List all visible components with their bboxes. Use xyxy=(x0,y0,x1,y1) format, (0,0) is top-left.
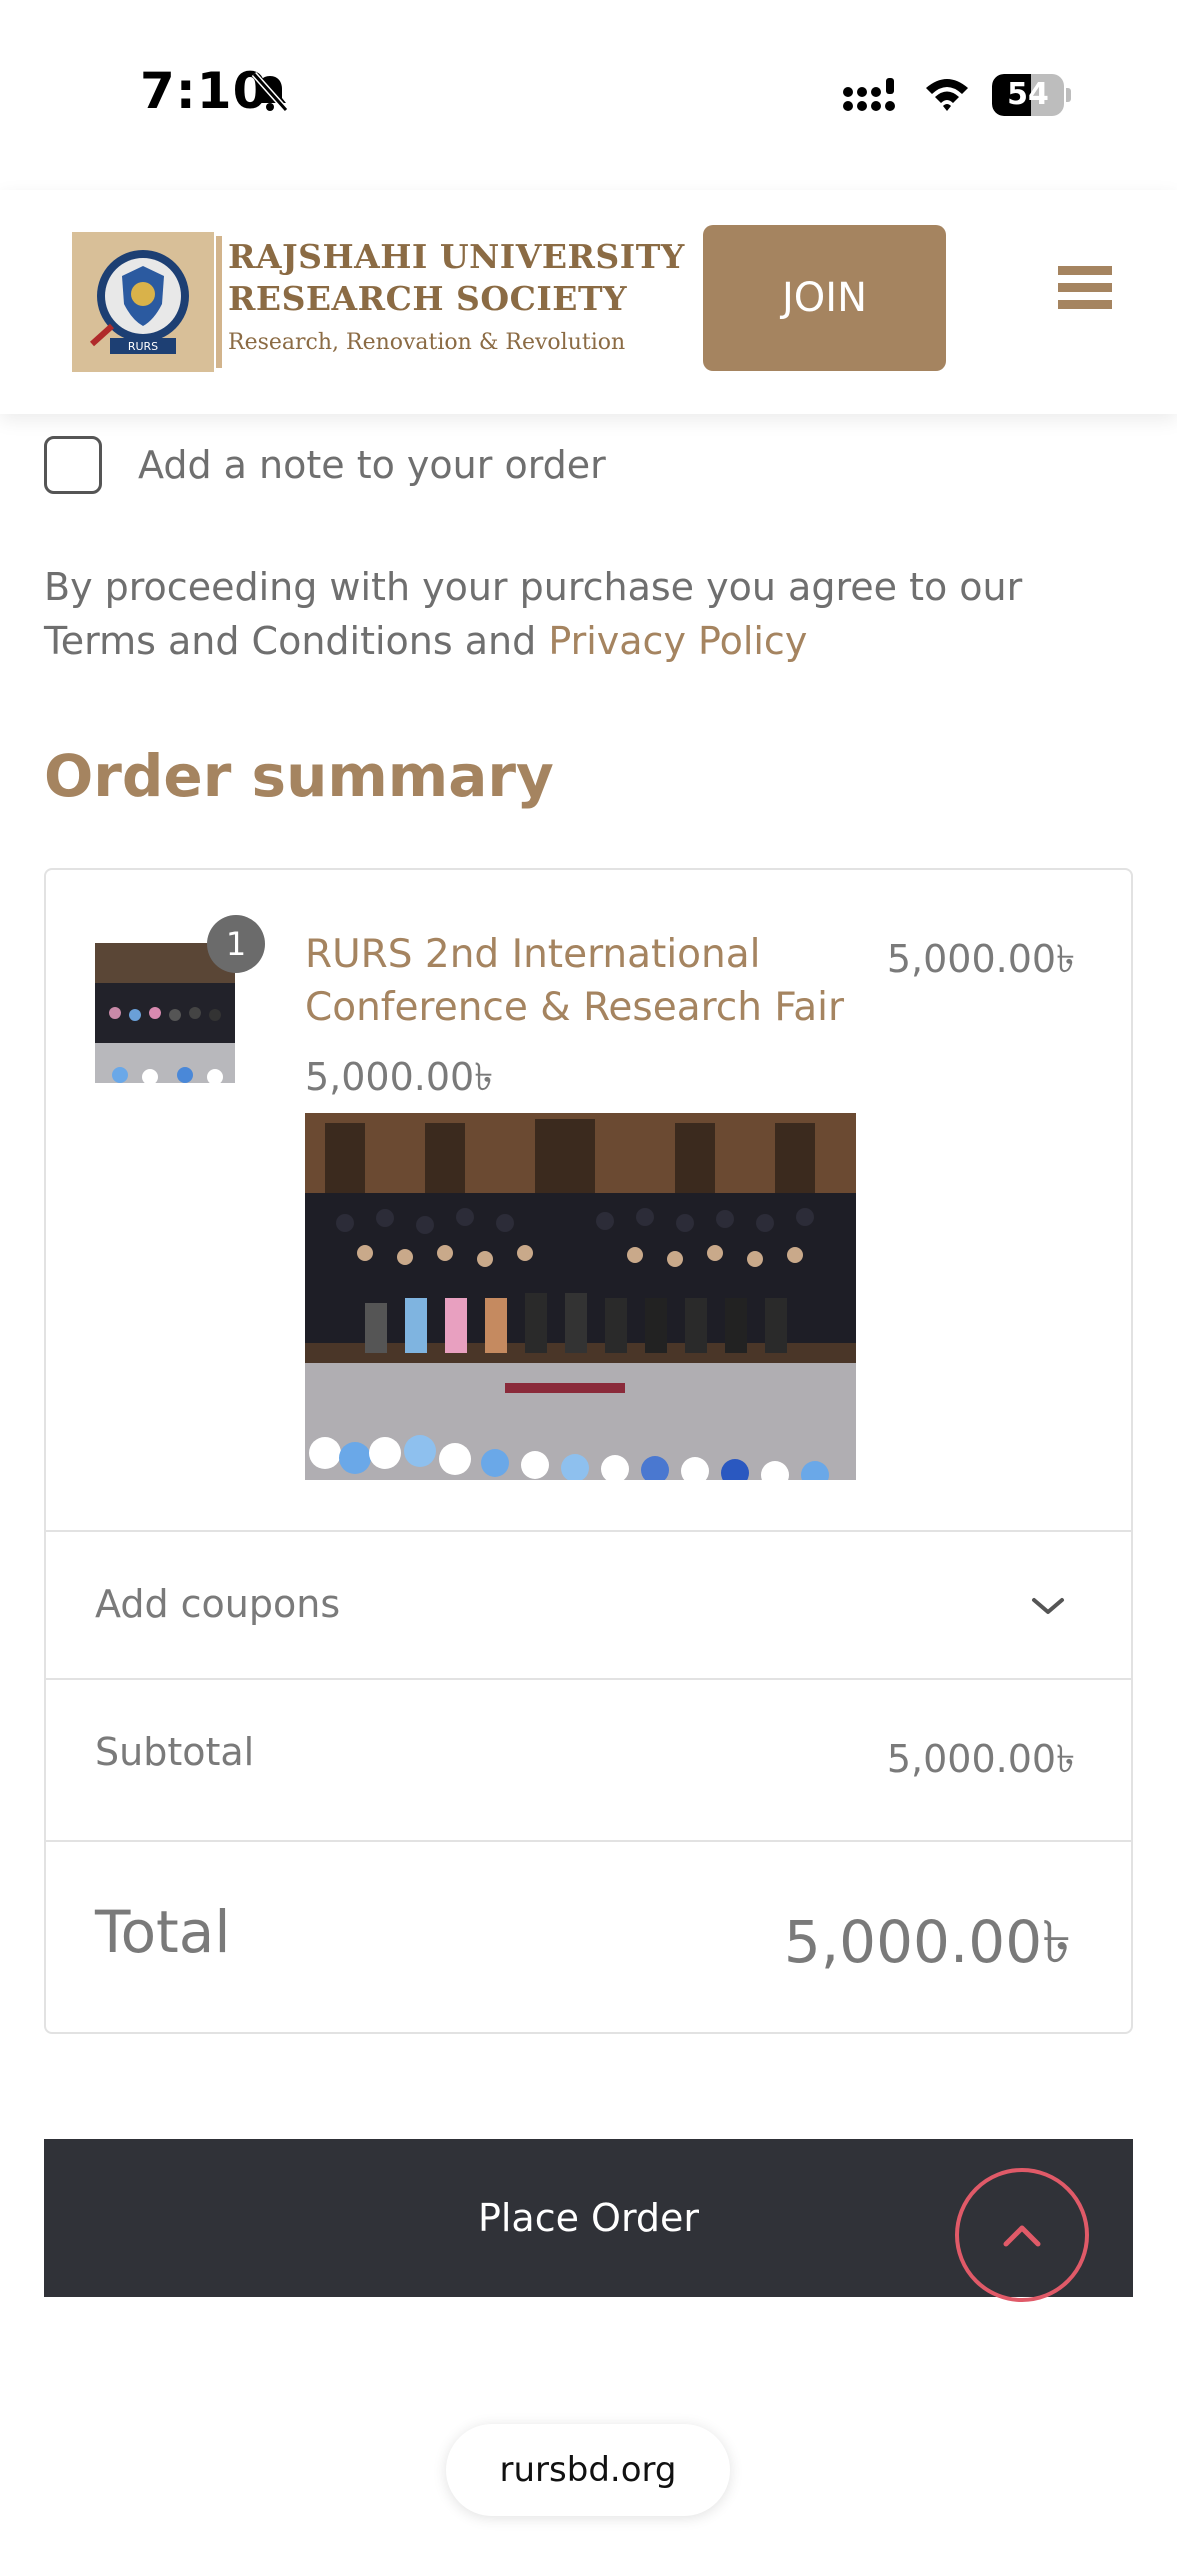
total-row: Total 5,000.00৳ xyxy=(46,1842,1131,2032)
total-value: 5,000.00৳ xyxy=(783,1908,1071,1976)
join-button[interactable]: JOIN xyxy=(703,225,946,371)
total-label: Total xyxy=(95,1898,231,1966)
subtotal-row: Subtotal 5,000.00৳ xyxy=(46,1680,1131,1840)
privacy-policy-link[interactable]: Privacy Policy xyxy=(548,619,807,663)
logo-emblem-text: RURS xyxy=(128,340,158,353)
logo-emblem-icon: RURS xyxy=(72,232,214,372)
item-name: RURS 2nd International Conference & Rese… xyxy=(305,932,844,1030)
browser-url-bar[interactable]: rursbd.org xyxy=(446,2424,730,2516)
logo-title: RAJSHAHI UNIVERSITY RESEARCH SOCIETY xyxy=(228,236,685,320)
logo-line-2: RESEARCH SOCIETY xyxy=(228,279,628,318)
status-bar: 7:10 54 xyxy=(0,0,1177,190)
wifi-icon xyxy=(926,79,968,111)
logo-tagline: Research, Renovation & Revolution xyxy=(228,330,626,355)
item-photo xyxy=(305,1113,856,1480)
subtotal-value: 5,000.00৳ xyxy=(886,1737,1075,1781)
order-note-row[interactable]: Add a note to your order xyxy=(44,436,606,494)
order-summary-card: 1 RURS 2nd International Conference & Re… xyxy=(44,868,1133,2034)
battery-icon: 54 xyxy=(992,74,1072,116)
subtotal-label: Subtotal xyxy=(95,1730,255,1774)
item-quantity-badge: 1 xyxy=(207,915,265,973)
site-header: RURS RAJSHAHI UNIVERSITY RESEARCH SOCIET… xyxy=(0,190,1177,414)
battery-level: 54 xyxy=(1007,77,1049,112)
hamburger-menu-icon[interactable] xyxy=(1058,266,1112,316)
site-logo[interactable]: RURS RAJSHAHI UNIVERSITY RESEARCH SOCIET… xyxy=(72,232,684,372)
logo-line-1: RAJSHAHI UNIVERSITY xyxy=(228,237,685,276)
signal-icon xyxy=(843,78,895,111)
order-summary-title: Order summary xyxy=(44,742,554,810)
terms-notice: By proceeding with your purchase you agr… xyxy=(44,560,1134,668)
scroll-to-top-button[interactable] xyxy=(955,2168,1089,2302)
add-coupons-label[interactable]: Add coupons xyxy=(95,1582,340,1626)
bell-slash-icon xyxy=(251,72,289,112)
item-unit-price: 5,000.00৳ xyxy=(305,1055,494,1099)
add-coupons-toggle[interactable]: Add coupons xyxy=(46,1532,1131,1678)
logo-divider xyxy=(216,236,222,368)
chevron-down-icon[interactable] xyxy=(1028,1592,1068,1620)
order-note-label[interactable]: Add a note to your order xyxy=(138,443,606,487)
terms-text: By proceeding with your purchase you agr… xyxy=(44,565,1023,663)
item-line-price: 5,000.00৳ xyxy=(886,937,1075,981)
chevron-up-icon xyxy=(1003,2225,1041,2247)
order-note-checkbox[interactable] xyxy=(44,436,102,494)
